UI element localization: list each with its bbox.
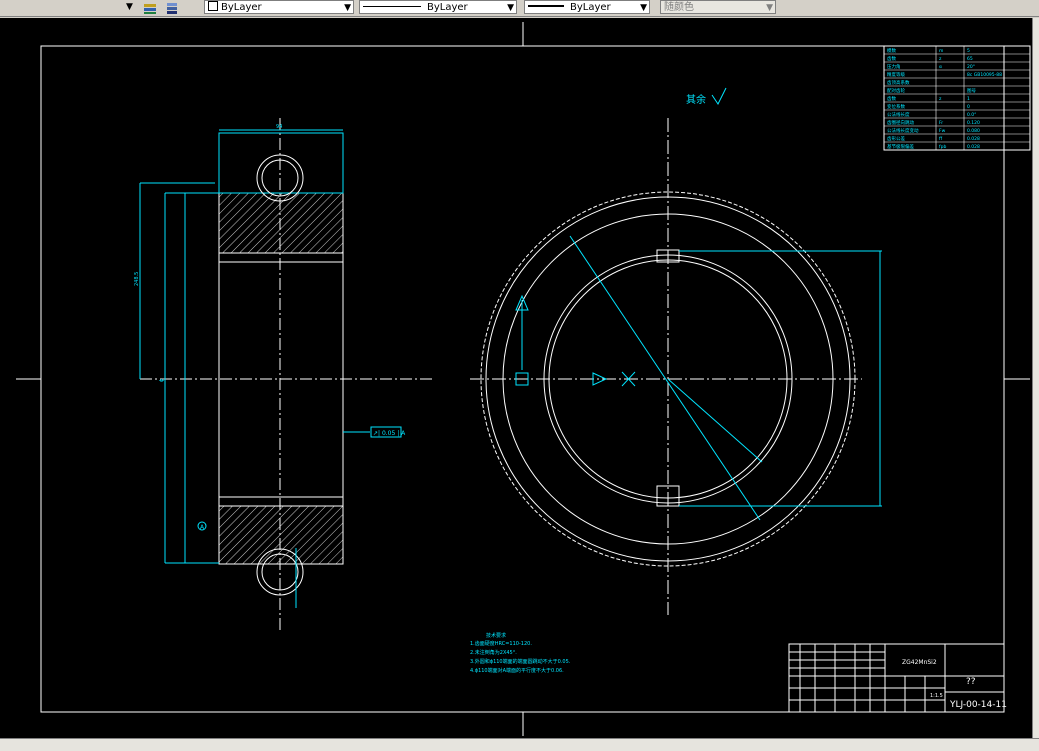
horizontal-scrollbar[interactable]: [0, 738, 1039, 751]
svg-text:↗| 0.05 | A: ↗| 0.05 | A: [373, 430, 406, 437]
title-block: ZG42MnSi2 ?? 1:1.5 YLJ-00-14-11: [788, 643, 1007, 713]
gear-table-cell: z: [939, 57, 942, 62]
gear-table-cell: 0.028: [967, 144, 980, 150]
layer-previous-icon[interactable]: [164, 0, 182, 14]
svg-text:4.ϕ110端面对A端面的平行度不大于0.06.: 4.ϕ110端面对A端面的平行度不大于0.06.: [470, 667, 564, 674]
color-control-value: ByLayer: [221, 2, 262, 13]
chevron-down-icon: ▼: [766, 3, 773, 13]
gear-table-cell: 0.120: [967, 120, 980, 126]
svg-text:3.外圆和ϕ110端面的端面圆跳动不大于0.05.: 3.外圆和ϕ110端面的端面圆跳动不大于0.05.: [470, 658, 571, 665]
gear-table-cell: 公法线长度: [887, 111, 910, 118]
gear-table-cell: 图号: [967, 88, 976, 94]
gear-table-cell: 变位系数: [887, 103, 905, 110]
gear-table-cell: 模数: [887, 47, 896, 54]
gear-table-cell: Fw: [939, 128, 946, 134]
gear-table-cell: Fr: [939, 120, 943, 126]
gear-table-cell: 20°: [967, 64, 975, 70]
section-view: 248.5 94 ϕ ↗| 0.05 | A A: [134, 118, 435, 630]
chevron-down-icon: ▼: [507, 3, 514, 13]
gear-table-cell: 齿形公差: [887, 135, 905, 142]
surface-roughness-note: 其余: [686, 87, 727, 106]
svg-text:2.未注倒角为2X45°.: 2.未注倒角为2X45°.: [470, 649, 517, 656]
gear-table-cell: fpb: [939, 144, 946, 150]
gear-table-cell: 8c GB10095-88: [967, 72, 1002, 78]
linetype-control-select[interactable]: ByLayer ▼: [359, 0, 517, 14]
gear-table-cell: 配对齿轮: [887, 87, 905, 94]
svg-text:其余: 其余: [686, 93, 706, 106]
gear-table-cell: z: [939, 97, 942, 102]
gear-table-cell: 65: [967, 56, 973, 62]
chevron-down-icon: ▼: [344, 3, 351, 13]
gear-front-view: [470, 118, 882, 615]
svg-text:技术要求: 技术要求: [486, 632, 506, 639]
gear-table-cell: 齿圈径向跳动: [887, 119, 914, 126]
color-control-select[interactable]: ByLayer ▼: [204, 0, 354, 14]
gear-table-cell: 1: [967, 96, 970, 102]
gear-table-cell: 精度等级: [887, 71, 905, 78]
dropdown-arrow-icon[interactable]: ▼: [126, 2, 133, 12]
material-text: ZG42MnSi2: [902, 659, 937, 666]
gear-table-cell: 0: [967, 104, 970, 110]
layer-states-icon[interactable]: [142, 0, 160, 14]
gear-table-cell: α: [939, 65, 942, 70]
properties-toolbar: ▼ ByLayer ▼ ByLayer ▼ ByLayer ▼ 随颜色 ▼: [0, 0, 1039, 17]
gear-table-cell: 5: [967, 48, 970, 54]
runout-tolerance-frame: ↗| 0.05 | A: [370, 426, 406, 438]
svg-text:248.5: 248.5: [134, 272, 140, 286]
gear-table-cell: ff: [939, 136, 943, 142]
svg-text:1.齿面硬度HRC=110-120.: 1.齿面硬度HRC=110-120.: [470, 640, 532, 647]
gear-table-cell: 公法线长度变动: [887, 127, 919, 134]
linetype-control-value: ByLayer: [427, 2, 468, 13]
gear-table-cell: 压力角: [887, 63, 901, 70]
linetype-sample: [363, 6, 421, 7]
technical-requirements: 技术要求 1.齿面硬度HRC=110-120. 2.未注倒角为2X45°. 3.…: [470, 632, 571, 674]
part-name-text: ??: [966, 677, 976, 687]
lineweight-control-select[interactable]: ByLayer ▼: [524, 0, 650, 14]
gear-table-cell: 0.080: [967, 128, 980, 134]
vertical-scrollbar[interactable]: [1032, 18, 1039, 738]
datum-label: A: [200, 524, 205, 531]
gear-parameter-table: 模数 m 5 齿数 z 65 压力角 α 20° 精度等级 8c GB10095-88 齿顶高系数配对…: [883, 45, 1031, 151]
color-swatch-icon: [208, 1, 218, 11]
gear-table-cell: 齿数: [887, 55, 896, 62]
scale-text: 1:1.5: [930, 693, 943, 699]
gear-table-cell: 0.028: [967, 136, 980, 142]
gear-table-cell: 基节极限偏差: [887, 143, 914, 150]
drawing-number-text: YLJ-00-14-11: [949, 700, 1007, 710]
lineweight-sample: [528, 5, 564, 7]
gear-table-cell: m: [939, 49, 943, 54]
gear-table-cell: 0.0°: [967, 112, 976, 118]
gear-table-cell: 齿数: [887, 95, 896, 102]
drawing-canvas[interactable]: 248.5 94 ϕ ↗| 0.05 | A A 其余 模数 m 5 齿数 z …: [0, 18, 1032, 738]
svg-text:94: 94: [276, 124, 282, 130]
lineweight-control-value: ByLayer: [570, 2, 611, 13]
chevron-down-icon: ▼: [640, 3, 647, 13]
plotstyle-control-select[interactable]: 随颜色 ▼: [660, 0, 776, 14]
plotstyle-control-value: 随颜色: [664, 2, 694, 13]
gear-table-cell: 齿顶高系数: [887, 79, 910, 86]
